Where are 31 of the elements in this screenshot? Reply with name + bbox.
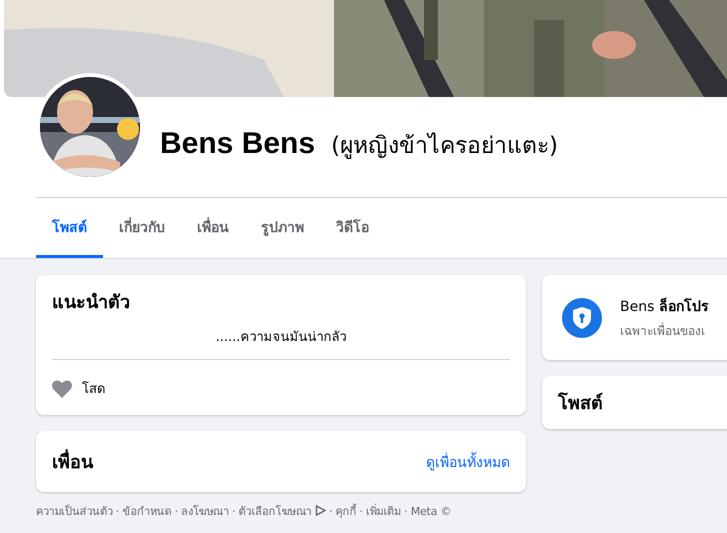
separator-dot: · — [329, 505, 332, 518]
friends-title: เพื่อน — [52, 447, 93, 476]
relationship-status: โสด — [82, 380, 105, 399]
separator-dot: · — [174, 505, 178, 518]
separator-dot: · — [232, 505, 236, 518]
footer-link[interactable]: ตัวเลือกโฆษณา — [238, 505, 312, 518]
locked-profile-subtitle: เฉพาะเพื่อนของเ — [620, 322, 706, 340]
footer-link[interactable]: ความเป็นส่วนตัว — [36, 505, 113, 518]
heart-icon — [52, 380, 72, 398]
adchoices-icon — [314, 505, 326, 516]
profile-tab[interactable]: เพื่อน — [181, 198, 245, 258]
separator-dot: · — [116, 505, 120, 518]
shield-lock-icon — [562, 298, 602, 338]
locked-profile-title: Bens ล็อกโปร — [620, 296, 709, 317]
footer-link[interactable]: ลงโฆษณา — [181, 505, 229, 518]
footer-link[interactable]: ข้อกำหนด — [122, 505, 172, 518]
posts-title: โพสต์ — [558, 393, 603, 414]
separator-dot: · — [359, 505, 363, 518]
bio-text: ......ความจนมันน่ากลัว — [214, 329, 348, 347]
see-all-friends-link[interactable]: ดูเพื่อนทั้งหมด — [426, 450, 510, 472]
alternate-name: (ผูหญิงข้าไครอย่าแตะ) — [331, 131, 558, 161]
intro-title: แนะนำตัว — [52, 291, 131, 315]
profile-tab[interactable]: รูปภาพ — [245, 198, 320, 258]
profile-tab[interactable]: โพสต์ — [36, 198, 103, 258]
profile-tab[interactable]: เกี่ยวกับ — [103, 198, 181, 258]
separator-dot: · — [404, 505, 408, 518]
footer-link[interactable]: เพิ่มเติม — [366, 505, 401, 518]
footer-link[interactable]: คุกกี้ — [336, 505, 356, 518]
profile-name: Bens Bens — [160, 127, 316, 161]
profile-tab[interactable]: วิดีโอ — [320, 198, 385, 258]
copyright-text: Meta © — [410, 505, 452, 518]
